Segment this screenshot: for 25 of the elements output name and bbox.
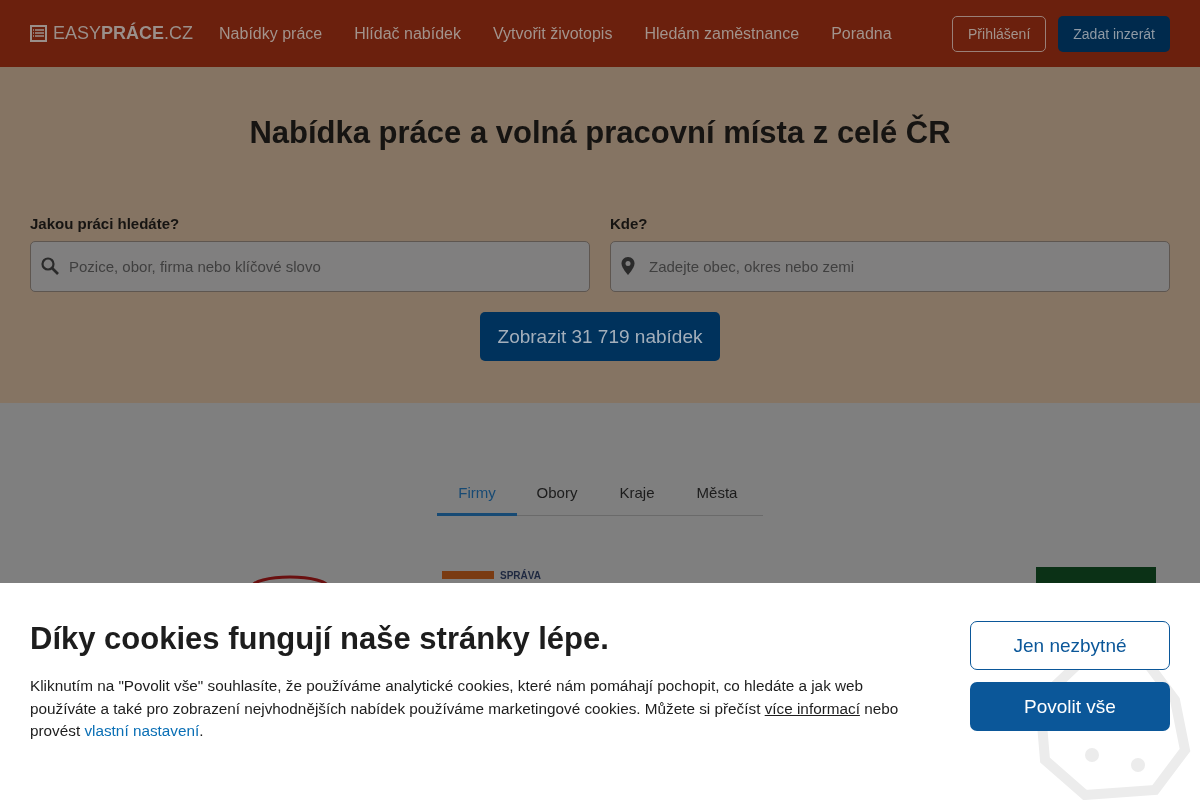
login-button[interactable]: Přihlášení	[952, 15, 1047, 52]
tab[interactable]: Obory	[517, 478, 597, 516]
page-title: Nabídka práce a volná pracovní místa z celé ČR	[249, 115, 951, 151]
more-info-link[interactable]: více informací	[764, 699, 860, 717]
post-ad-button[interactable]: Zadat inzerát	[1058, 15, 1170, 52]
search-field[interactable]: Pozice, obor, firma nebo klíčové slovo	[30, 241, 590, 292]
tab[interactable]: Města	[677, 478, 757, 516]
tab[interactable]: Kraje	[597, 478, 677, 516]
custom-settings-link[interactable]: vlastní nastavení	[84, 722, 200, 739]
field-label: Jakou práci hledáte?	[30, 215, 181, 232]
consent-text: Kliknutím na "Povolit vše" souhlasíte, že používáme analytické cookies, které nám pomáhají pochopit, co hledáte a jak web používáte a také pro zobrazení nejvhodnějších nabídek používáme marketingové cookies. Můžete si přečíst více informací nebo provést vlastní nastavení.	[30, 676, 900, 741]
banner-title: Díky cookies fungují naše stránky lépe.	[30, 621, 610, 657]
nav-link[interactable]: Nabídky práce	[219, 24, 323, 43]
company-logo-text: SPRÁVA	[500, 571, 541, 581]
logo[interactable]: EASYPRÁCE.CZ	[30, 23, 194, 44]
nav-link[interactable]: Poradna	[831, 24, 892, 43]
allow-all-button[interactable]: Povolit vše	[970, 682, 1170, 731]
location-field[interactable]: Zadejte obec, okres nebo zemi	[610, 241, 1170, 292]
tab[interactable]: Firmy	[437, 478, 517, 516]
field-label: Kde?	[610, 215, 649, 232]
necessary-only-button[interactable]: Jen nezbytné	[970, 621, 1170, 670]
nav-link[interactable]: Hlídač nabídek	[354, 24, 461, 43]
nav-link[interactable]: Vytvořit životopis	[492, 24, 613, 43]
nav-link[interactable]: Hledám zaměstnance	[644, 24, 800, 43]
show-offers-button[interactable]: Zobrazit 31 719 nabídek	[479, 312, 721, 361]
